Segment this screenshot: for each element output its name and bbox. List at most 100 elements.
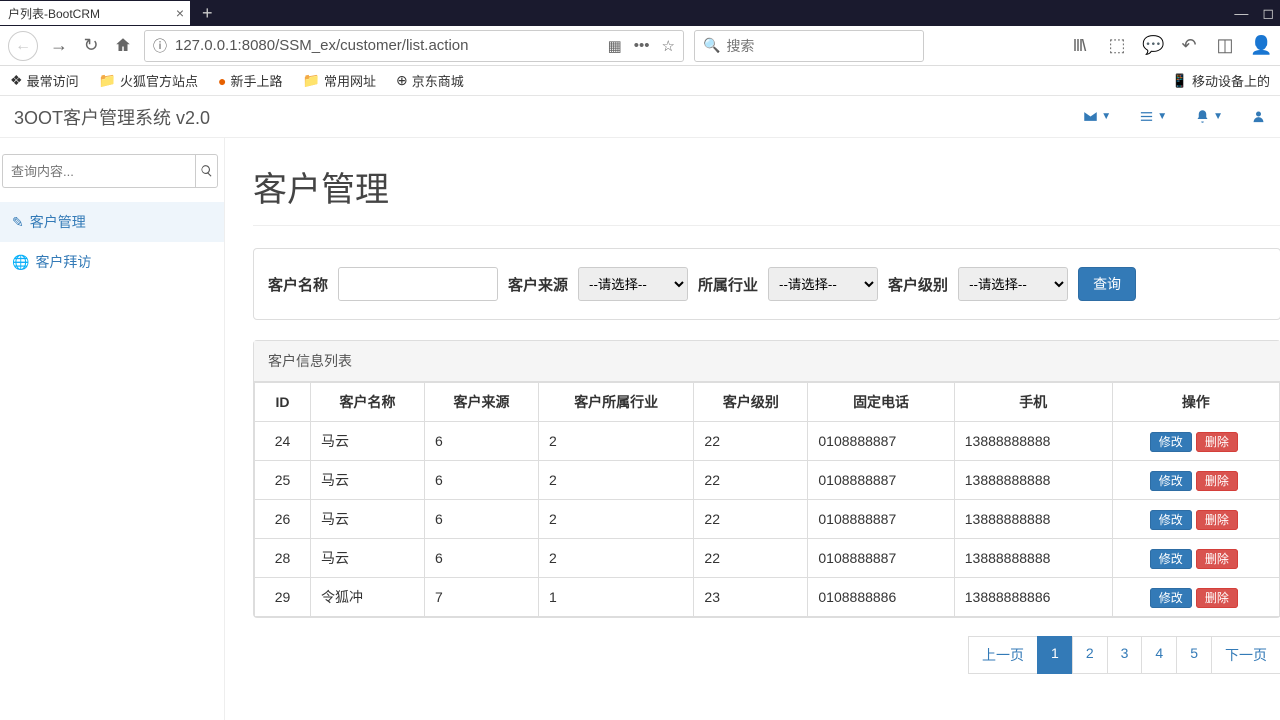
pagination-page[interactable]: 3 — [1107, 636, 1143, 674]
pagination-prev[interactable]: 上一页 — [968, 636, 1038, 674]
chat-icon[interactable]: 💬 — [1142, 35, 1164, 56]
undo-icon[interactable]: ↶ — [1178, 35, 1200, 56]
url-bar[interactable]: ⓘ 127.0.0.1:8080/SSM_ex/customer/list.ac… — [144, 30, 684, 62]
sidebar-search-input[interactable] — [2, 154, 195, 188]
forward-button[interactable]: → — [48, 35, 70, 56]
delete-button[interactable]: 删除 — [1196, 510, 1238, 530]
table-cell: 26 — [255, 500, 311, 539]
bookmarks-bar: ❖最常访问 📁火狐官方站点 ●新手上路 📁常用网址 ⊕京东商城 📱移动设备上的 — [0, 66, 1280, 96]
pagination-page[interactable]: 2 — [1072, 636, 1108, 674]
sidebar-item-label: 客户拜访 — [35, 252, 91, 272]
list-dropdown[interactable]: ▼ — [1139, 109, 1167, 124]
table-header: 客户来源 — [424, 383, 538, 422]
more-icon[interactable]: ••• — [634, 37, 650, 55]
table-header: 客户名称 — [311, 383, 425, 422]
bookmark-item[interactable]: 📁火狐官方站点 — [99, 71, 198, 90]
table-cell: 0108888886 — [808, 578, 954, 617]
table-cell: 22 — [694, 539, 808, 578]
sidebar-search-button[interactable] — [195, 154, 218, 188]
table-cell: 6 — [424, 422, 538, 461]
delete-button[interactable]: 删除 — [1196, 432, 1238, 452]
search-icon: 🔍 — [703, 37, 720, 54]
customer-source-select[interactable]: --请选择-- — [578, 267, 688, 301]
sidebar-item-customer-visit[interactable]: 🌐 客户拜访 — [0, 242, 224, 282]
sidebar-icon[interactable]: ◫ — [1214, 35, 1236, 56]
pagination-next[interactable]: 下一页 — [1211, 636, 1280, 674]
table-cell: 28 — [255, 539, 311, 578]
table-cell: 24 — [255, 422, 311, 461]
info-icon[interactable]: ⓘ — [153, 36, 167, 56]
delete-button[interactable]: 删除 — [1196, 588, 1238, 608]
browser-search-input[interactable] — [726, 38, 915, 54]
edit-button[interactable]: 修改 — [1150, 432, 1192, 452]
divider — [253, 225, 1280, 226]
minimize-icon[interactable]: — — [1234, 5, 1248, 22]
table-cell: 13888888886 — [954, 578, 1112, 617]
table-cell: 0108888887 — [808, 500, 954, 539]
table-cell: 6 — [424, 461, 538, 500]
reload-button[interactable]: ↻ — [80, 35, 102, 56]
profile-icon[interactable]: 👤 — [1250, 35, 1272, 56]
star-icon[interactable]: ☆ — [662, 37, 675, 55]
customer-name-input[interactable] — [338, 267, 498, 301]
table-cell: 马云 — [311, 539, 425, 578]
table-cell-ops: 修改删除 — [1112, 500, 1279, 539]
table-cell: 22 — [694, 422, 808, 461]
page-title: 客户管理 — [253, 162, 1280, 211]
maximize-icon[interactable]: ◻ — [1262, 5, 1274, 22]
table-cell: 29 — [255, 578, 311, 617]
screenshot-icon[interactable]: ⬚ — [1106, 35, 1128, 56]
sidebar-item-label: 客户管理 — [30, 212, 86, 232]
user-icon[interactable] — [1251, 109, 1266, 124]
table-row: 28马云6222010888888713888888888修改删除 — [255, 539, 1280, 578]
browser-search[interactable]: 🔍 — [694, 30, 924, 62]
bookmark-item[interactable]: 📁常用网址 — [303, 71, 376, 90]
browser-tab[interactable]: 户列表-BootCRM × — [0, 1, 190, 25]
table-cell: 13888888888 — [954, 461, 1112, 500]
query-button[interactable]: 查询 — [1078, 267, 1136, 301]
mail-dropdown[interactable]: ▼ — [1083, 109, 1111, 124]
edit-button[interactable]: 修改 — [1150, 588, 1192, 608]
table-cell: 22 — [694, 500, 808, 539]
customer-level-select[interactable]: --请选择-- — [958, 267, 1068, 301]
qr-icon[interactable]: ▦ — [608, 37, 622, 55]
browser-toolbar: ← → ↻ ⓘ 127.0.0.1:8080/SSM_ex/customer/l… — [0, 26, 1280, 66]
table-cell-ops: 修改删除 — [1112, 422, 1279, 461]
edit-button[interactable]: 修改 — [1150, 510, 1192, 530]
table-cell: 23 — [694, 578, 808, 617]
table-cell-ops: 修改删除 — [1112, 578, 1279, 617]
table-cell: 13888888888 — [954, 539, 1112, 578]
bell-dropdown[interactable]: ▼ — [1195, 109, 1223, 124]
home-button[interactable] — [112, 35, 134, 56]
delete-button[interactable]: 删除 — [1196, 549, 1238, 569]
table-cell: 0108888887 — [808, 461, 954, 500]
back-button[interactable]: ← — [8, 31, 38, 61]
edit-button[interactable]: 修改 — [1150, 471, 1192, 491]
close-icon[interactable]: × — [176, 5, 184, 21]
pagination-page[interactable]: 1 — [1037, 636, 1073, 674]
main-content: 客户管理 客户名称 客户来源 --请选择-- 所属行业 --请选择-- 客户级别… — [225, 138, 1280, 720]
library-icon[interactable] — [1070, 35, 1092, 56]
pagination: 上一页12345下一页 — [253, 636, 1280, 674]
bookmark-item[interactable]: ❖最常访问 — [10, 71, 79, 90]
customer-industry-select[interactable]: --请选择-- — [768, 267, 878, 301]
filter-label-level: 客户级别 — [888, 274, 948, 295]
pagination-page[interactable]: 4 — [1141, 636, 1177, 674]
bookmark-item[interactable]: ⊕京东商城 — [396, 71, 464, 90]
customer-table: ID客户名称客户来源客户所属行业客户级别固定电话手机操作 24马云6222010… — [254, 382, 1280, 617]
table-header: 手机 — [954, 383, 1112, 422]
new-tab-button[interactable]: + — [202, 3, 213, 24]
bookmark-mobile[interactable]: 📱移动设备上的 — [1172, 71, 1270, 90]
table-cell: 13888888888 — [954, 500, 1112, 539]
sidebar: ✎ 客户管理 🌐 客户拜访 — [0, 138, 225, 720]
pagination-page[interactable]: 5 — [1176, 636, 1212, 674]
edit-button[interactable]: 修改 — [1150, 549, 1192, 569]
table-cell: 7 — [424, 578, 538, 617]
sidebar-item-customer-manage[interactable]: ✎ 客户管理 — [0, 202, 224, 242]
table-header: ID — [255, 383, 311, 422]
table-header: 操作 — [1112, 383, 1279, 422]
table-cell: 令狐冲 — [311, 578, 425, 617]
delete-button[interactable]: 删除 — [1196, 471, 1238, 491]
bookmark-item[interactable]: ●新手上路 — [218, 71, 282, 90]
customer-table-panel: 客户信息列表 ID客户名称客户来源客户所属行业客户级别固定电话手机操作 24马云… — [253, 340, 1280, 618]
